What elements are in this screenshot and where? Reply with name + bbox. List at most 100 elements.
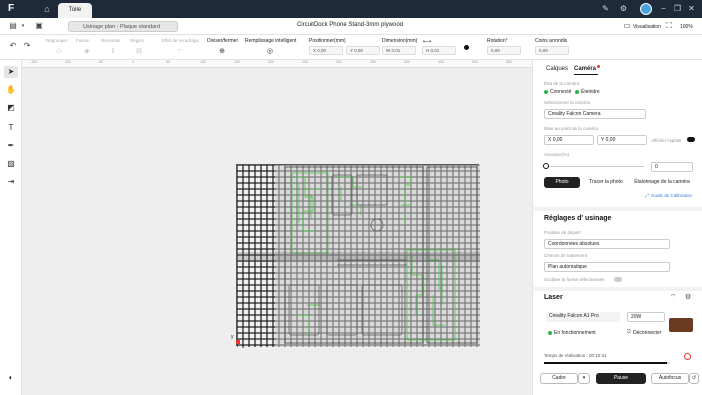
ruler-tick: 200 [268, 60, 274, 64]
fusion-icon[interactable]: ◈ [82, 47, 92, 55]
close-icon[interactable]: ✕ [686, 4, 697, 14]
ribbon-regles[interactable]: Réglés [130, 38, 144, 43]
app-logo: F [8, 3, 15, 14]
ruler-tick: 450 [438, 60, 444, 64]
ruler-tick: 250 [302, 60, 308, 64]
camera-select[interactable]: Creality Falcon Camera [544, 109, 646, 119]
dim-w-input[interactable]: W 0,01 [382, 46, 416, 55]
visualisation-icon[interactable]: ▭ [622, 21, 632, 31]
status-eteindre[interactable]: Éteindre [581, 89, 600, 95]
redo-icon[interactable]: ↷ [22, 41, 32, 51]
rotation-input[interactable]: 0,00 [487, 46, 521, 55]
save-icon[interactable]: ▣ [34, 21, 44, 31]
zoom-value-input[interactable]: 0 [651, 162, 693, 172]
wifi-icon[interactable]: ⌔ [668, 293, 678, 303]
tab-camera[interactable]: Caméra [574, 66, 596, 72]
chemin-label: Chemin de traitement [544, 253, 588, 258]
stop-icon[interactable] [684, 353, 691, 360]
laser-settings-icon[interactable]: ⚙ [683, 293, 693, 303]
help-icon[interactable]: ◐ [4, 372, 18, 384]
avatar[interactable] [640, 3, 652, 15]
fill-icon[interactable]: ◎ [265, 47, 275, 55]
material-select[interactable]: Usinage plan - Plaque standard [68, 21, 178, 32]
position-select[interactable]: Coordonnées absolues [544, 239, 670, 249]
work-bed[interactable] [236, 164, 480, 347]
pos-x-input[interactable]: X 0,00 [309, 46, 343, 55]
undo-icon[interactable]: ↶ [8, 41, 18, 51]
ribbon-regrouper[interactable]: Regrouper [46, 38, 67, 43]
hand-tool-icon[interactable]: ✋ [4, 84, 18, 96]
disconnect-icon[interactable]: ⎋ [627, 329, 631, 335]
cadre-dropdown-icon[interactable]: ▾ [578, 373, 590, 384]
ribbon-recadrage[interactable]: Effet de recadrage [162, 38, 199, 43]
autofocus-extra-icon[interactable]: ↺ [689, 373, 699, 384]
photo-button[interactable]: Photo [544, 177, 580, 188]
align-icon[interactable]: ⊟ [134, 47, 144, 55]
pause-button[interactable]: Pause [596, 373, 646, 384]
coins-label: Coins arrondis [535, 38, 568, 44]
text-tool-icon[interactable]: T [4, 122, 18, 134]
focus-y-input[interactable]: Y 0,00 [597, 135, 647, 145]
pos-y-input[interactable]: Y 0,00 [346, 46, 380, 55]
image-tool-icon[interactable]: ▨ [4, 158, 18, 170]
zoom-slider-thumb[interactable] [543, 163, 549, 169]
laser-title: Laser [544, 294, 563, 301]
ruler-tick: 400 [404, 60, 410, 64]
dim-h-input[interactable]: H 0,01 [422, 46, 456, 55]
lock-ratio-icon[interactable] [464, 45, 469, 50]
zoom-level[interactable]: 100% [680, 24, 693, 30]
ruler-tick: 500 [472, 60, 478, 64]
tab-calques[interactable]: Calques [546, 66, 568, 72]
chemin-select[interactable]: Plan automatique [544, 262, 670, 272]
pen-tool-icon[interactable]: ✒ [4, 140, 18, 152]
ruler-tick: 150 [234, 60, 240, 64]
sculpter-toggle[interactable] [614, 277, 622, 282]
ribbon-fusion[interactable]: Fusion [76, 38, 90, 43]
raise-icon[interactable]: ⇧ [108, 47, 118, 55]
maximize-icon[interactable]: ❐ [672, 4, 683, 14]
disconnect-button[interactable]: Déconnecter [633, 330, 661, 336]
tab-toile[interactable]: Toile [58, 3, 92, 18]
home-icon[interactable]: ⌂ [40, 3, 54, 15]
laser-power-select[interactable]: 20W [627, 312, 665, 322]
ruler-tick: 50 [166, 60, 170, 64]
new-file-icon[interactable]: ▤ [8, 21, 18, 31]
ruler-tick: 0 [132, 60, 134, 64]
import-tool-icon[interactable]: ⇥ [4, 176, 18, 188]
select-camera-label: Sélectionner la caméra [544, 100, 591, 105]
cadre-button[interactable]: Cadre [540, 373, 578, 384]
zoom-slider-track[interactable] [546, 166, 644, 167]
temps-label: Temps de réalisation : 00:10:31 [544, 353, 607, 358]
etalonnage-button[interactable]: Étalonnage de la caméra [631, 177, 693, 188]
chevron-down-icon[interactable]: ▾ [18, 21, 28, 31]
laser-model[interactable]: Creality Falcon A1 Pro [546, 312, 620, 322]
divide-icon[interactable]: ⊕ [217, 47, 227, 55]
edit-icon[interactable]: ✎ [600, 4, 611, 14]
autofocus-button[interactable]: Autofocus [651, 373, 689, 384]
focus-x-input[interactable]: X 0,00 [544, 135, 594, 145]
ruler-tick: 100 [200, 60, 206, 64]
select-tool-icon[interactable]: ➤ [4, 66, 18, 78]
origin-marker [236, 340, 240, 344]
visualisation-label[interactable]: Visualisation [633, 24, 661, 30]
ribbon-remplissage[interactable]: Remplissage intelligent [245, 38, 296, 44]
section-divider-2 [533, 287, 702, 291]
camera-preview [237, 165, 480, 347]
ribbon-diviser[interactable]: Diviser/fermer [207, 38, 238, 44]
group-icon[interactable]: ◇ [54, 47, 64, 55]
afficher-toggle[interactable] [687, 137, 695, 142]
ruler-tick: 350 [370, 60, 376, 64]
zoom-label: Assorper(%) [544, 152, 570, 157]
settings-icon[interactable]: ⚙ [618, 4, 629, 14]
focus-label: Mise au point de la caméra [544, 126, 599, 131]
coins-input[interactable]: 0,00 [535, 46, 569, 55]
crop-icon[interactable]: ⌐ [175, 47, 185, 54]
ribbon-remonter[interactable]: Remonter [101, 38, 121, 43]
tracer-photo-button[interactable]: Tracer la photo [584, 177, 628, 188]
shapes-tool-icon[interactable]: ◩ [4, 102, 18, 114]
guide-link-icon[interactable]: ⤢ [645, 193, 649, 199]
minimize-icon[interactable]: − [658, 4, 669, 14]
guide-link[interactable]: Guide de Calibration [651, 193, 692, 198]
status-connecte: Connecté [550, 89, 572, 95]
fullscreen-icon[interactable]: ⛶ [664, 21, 674, 31]
